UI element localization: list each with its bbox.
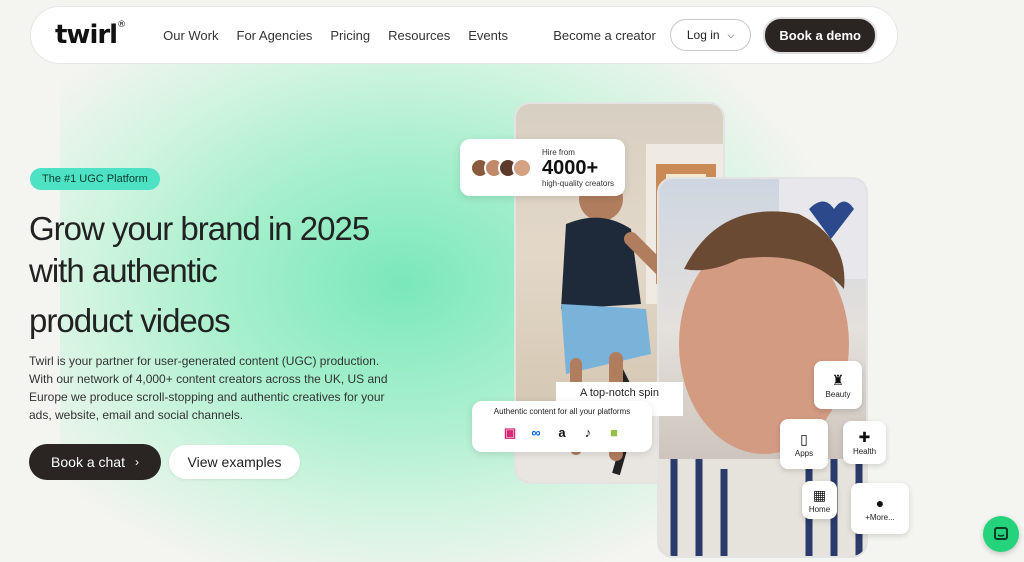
armchair-icon: ▦ <box>812 486 827 503</box>
nav-link-for-agencies[interactable]: For Agencies <box>237 28 313 43</box>
creator-quality-label: high-quality creators <box>542 178 615 188</box>
creator-avatars <box>470 157 532 178</box>
paw-icon: ● <box>875 495 885 511</box>
headline-line-3: product videos <box>29 302 231 339</box>
nav-link-our-work[interactable]: Our Work <box>163 28 218 43</box>
meta-icon: ∞ <box>531 425 541 440</box>
headline-line-1: Grow your brand in 2025 <box>29 210 370 247</box>
chat-widget-button[interactable] <box>983 516 1019 552</box>
platforms-card: Authentic content for all your platforms… <box>472 401 652 452</box>
book-demo-button[interactable]: Book a demo <box>763 16 877 54</box>
book-chat-label: Book a chat <box>51 454 125 470</box>
tiktok-icon: ♪ <box>584 425 592 440</box>
creator-count: 4000+ <box>542 156 599 179</box>
chevron-right-icon: › <box>134 455 139 469</box>
avatar <box>512 157 532 178</box>
top-navigation: twirl® Our Work For Agencies Pricing Res… <box>30 6 898 64</box>
nav-link-events[interactable]: Events <box>468 28 508 43</box>
amazon-icon: a <box>558 425 566 440</box>
category-more[interactable]: ● +More... <box>851 483 909 534</box>
shopify-icon: ■ <box>610 425 618 440</box>
category-beauty[interactable]: ♜ Beauty <box>814 361 862 409</box>
nav-link-resources[interactable]: Resources <box>388 28 450 43</box>
become-creator-link[interactable]: Become a creator <box>553 28 656 43</box>
hero-description: Twirl is your partner for user-generated… <box>29 354 388 422</box>
category-health[interactable]: ✚ Health <box>843 421 886 464</box>
book-chat-button[interactable]: Book a chat › <box>29 444 161 480</box>
category-apps-label: Apps <box>794 448 814 458</box>
view-examples-button[interactable]: View examples <box>169 445 300 479</box>
category-beauty-label: Beauty <box>825 389 851 399</box>
nav-link-pricing[interactable]: Pricing <box>330 28 370 43</box>
instagram-icon: ▣ <box>503 425 517 440</box>
hire-from-label: Hire from <box>542 147 575 157</box>
category-home-label: Home <box>808 504 831 514</box>
platforms-title: Authentic content for all your platforms <box>493 407 631 416</box>
category-more-label: +More... <box>865 513 895 522</box>
phone-icon: ▯ <box>800 430 808 447</box>
nav-links: Our Work For Agencies Pricing Resources … <box>163 28 508 43</box>
category-apps[interactable]: ▯ Apps <box>780 419 828 469</box>
login-button[interactable]: Log in ⌵ <box>669 19 752 51</box>
category-health-label: Health <box>852 447 877 456</box>
hire-creators-card: Hire from 4000+ high-quality creators <box>460 139 625 196</box>
hero-headline: Grow your brand in 2025 with authentic p… <box>29 208 449 342</box>
platform-badge: The #1 UGC Platform <box>30 168 160 190</box>
first-aid-icon: ✚ <box>858 429 871 445</box>
category-home[interactable]: ▦ Home <box>802 481 837 519</box>
chat-icon <box>994 527 1008 540</box>
twirl-logo[interactable]: twirl® <box>55 20 126 50</box>
platform-icons: ▣ ∞ a ♪ ■ <box>482 424 642 441</box>
hire-text: Hire from 4000+ high-quality creators <box>542 148 614 188</box>
video-caption-line-1: A top-notch spin <box>580 387 659 399</box>
login-label: Log in <box>686 28 720 42</box>
beauty-icon: ♜ <box>831 371 845 388</box>
headline-line-2: with authentic <box>29 252 218 289</box>
chevron-down-icon: ⌵ <box>727 29 735 40</box>
nav-actions: Become a creator Log in ⌵ Book a demo <box>553 16 877 54</box>
